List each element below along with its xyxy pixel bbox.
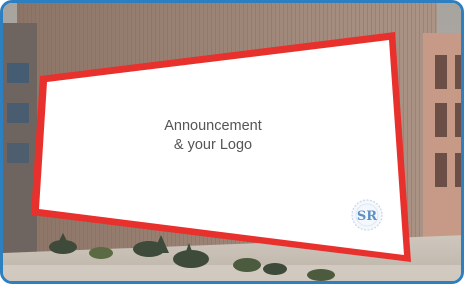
mockup-frame: SR Announcement & your Logo xyxy=(0,0,464,284)
watermark-seal-icon: SR xyxy=(351,199,383,231)
svg-text:SR: SR xyxy=(357,209,377,224)
billboard-message: Announcement & your Logo xyxy=(113,117,313,155)
billboard-line-1: Announcement xyxy=(164,118,262,134)
billboard-line-2: & your Logo xyxy=(173,137,253,153)
